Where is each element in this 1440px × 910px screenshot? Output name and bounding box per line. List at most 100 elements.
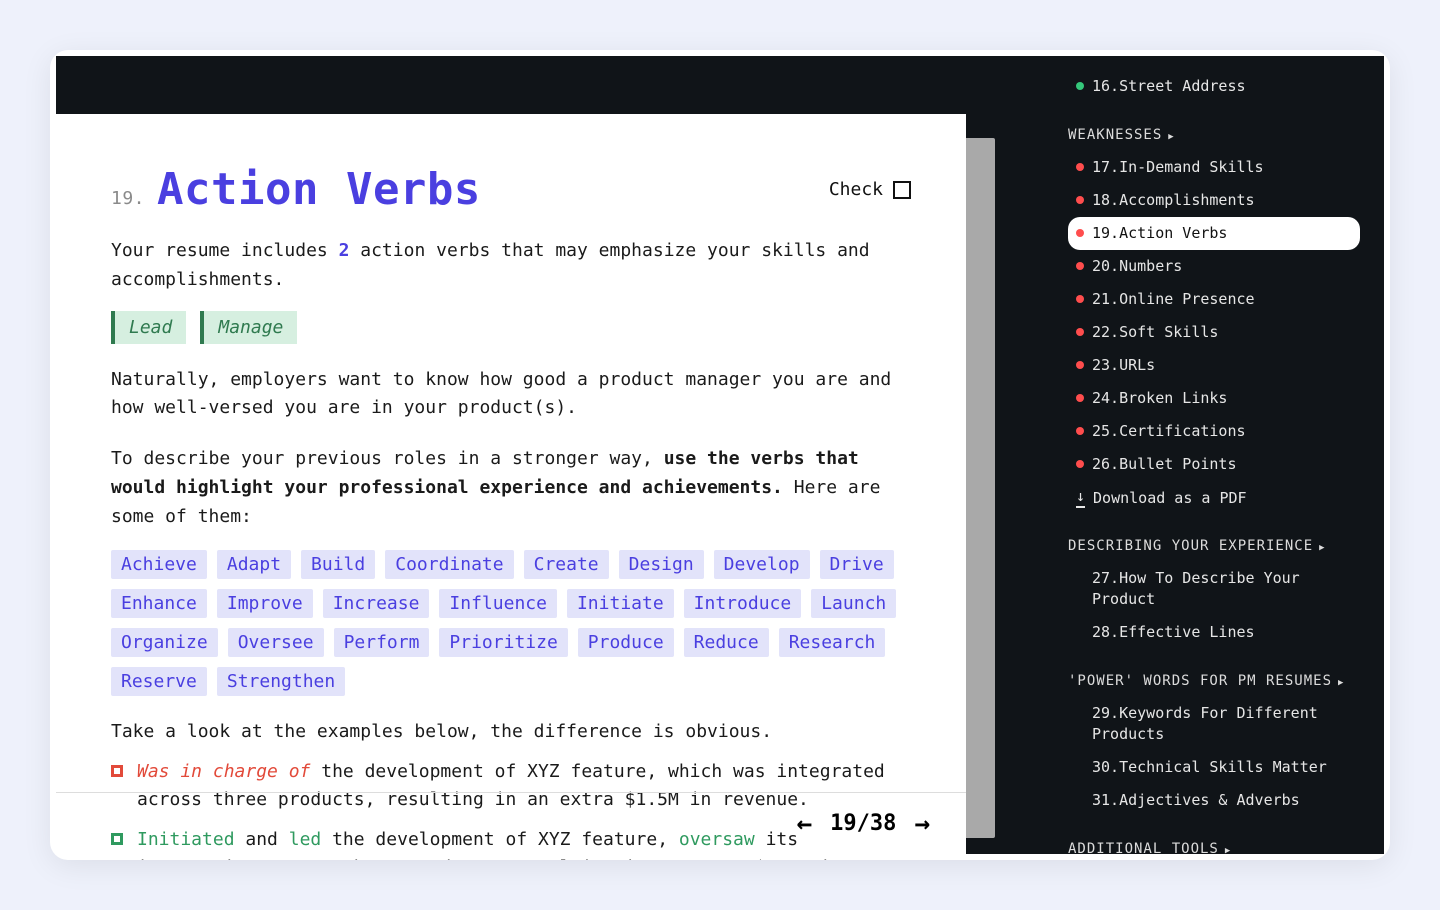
verb-chip: Oversee bbox=[228, 628, 324, 657]
content-page: 19. Action Verbs Check Your resume inclu… bbox=[56, 114, 966, 854]
sidebar-item-label: 27.How To Describe Your Product bbox=[1092, 568, 1352, 610]
prev-arrow-icon[interactable]: ← bbox=[796, 809, 812, 839]
sidebar-item-label: 26.Bullet Points bbox=[1092, 454, 1237, 475]
check-label: Check bbox=[829, 179, 883, 200]
chevron-right-icon bbox=[1338, 673, 1344, 689]
verb-chip: Adapt bbox=[217, 550, 291, 579]
verb-chip: Build bbox=[301, 550, 375, 579]
sidebar-item[interactable]: 28.Effective Lines bbox=[1068, 616, 1360, 649]
verb-chip: Reduce bbox=[684, 628, 769, 657]
verb-chip: Introduce bbox=[684, 589, 802, 618]
verb-chip: Strengthen bbox=[217, 667, 345, 696]
sidebar-item-label: 18.Accomplishments bbox=[1092, 190, 1255, 211]
status-dot-icon bbox=[1076, 196, 1084, 204]
sidebar-item-label: 22.Soft Skills bbox=[1092, 322, 1218, 343]
section-label: ADDITIONAL TOOLS bbox=[1068, 841, 1219, 854]
intro-text: Your resume includes 2 action verbs that… bbox=[111, 237, 911, 295]
bad-marker-icon bbox=[111, 765, 123, 777]
sidebar-item[interactable]: 31.Adjectives & Adverbs bbox=[1068, 784, 1360, 817]
bad-lead-phrase: Was in charge of bbox=[137, 761, 310, 782]
top-bar bbox=[56, 56, 1054, 114]
sidebar-item-label: 24.Broken Links bbox=[1092, 388, 1227, 409]
download-label: Download as a PDF bbox=[1093, 489, 1247, 507]
verb-chip: Achieve bbox=[111, 550, 207, 579]
checkbox-icon bbox=[893, 181, 911, 199]
found-verb-chip: Manage bbox=[200, 311, 297, 344]
status-dot-icon bbox=[1076, 229, 1084, 237]
sidebar-section-tools[interactable]: ADDITIONAL TOOLS bbox=[1068, 841, 1360, 854]
download-pdf-link[interactable]: ↓ Download as a PDF bbox=[1068, 481, 1360, 514]
chevron-right-icon bbox=[1225, 841, 1231, 854]
section-label: DESCRIBING YOUR EXPERIENCE bbox=[1068, 538, 1313, 554]
sidebar-list-describing: 27.How To Describe Your Product 28.Effect… bbox=[1068, 562, 1360, 649]
verb-chip: Improve bbox=[217, 589, 313, 618]
sidebar-item[interactable]: 21.Online Presence bbox=[1068, 283, 1360, 316]
sidebar-item[interactable]: 25.Certifications bbox=[1068, 415, 1360, 448]
paragraph-1: Naturally, employers want to know how go… bbox=[111, 366, 911, 424]
main-column: 19. Action Verbs Check Your resume inclu… bbox=[56, 56, 1054, 854]
sidebar-item[interactable]: 26.Bullet Points bbox=[1068, 448, 1360, 481]
sidebar-item[interactable]: 29.Keywords For Different Products bbox=[1068, 697, 1360, 751]
status-dot-icon bbox=[1076, 394, 1084, 402]
page-number: 19. bbox=[111, 188, 145, 209]
sidebar-item[interactable]: 23.URLs bbox=[1068, 349, 1360, 382]
sidebar-list-weaknesses: 17.In-Demand Skills 18.Accomplishments 19.… bbox=[1068, 151, 1360, 481]
verb-chip: Coordinate bbox=[385, 550, 513, 579]
sidebar-item[interactable]: 17.In-Demand Skills bbox=[1068, 151, 1360, 184]
chevron-right-icon bbox=[1168, 127, 1174, 143]
verb-chip: Organize bbox=[111, 628, 218, 657]
sidebar-item[interactable]: 22.Soft Skills bbox=[1068, 316, 1360, 349]
sidebar-item-label: 31.Adjectives & Adverbs bbox=[1092, 790, 1300, 811]
sidebar-item[interactable]: 30.Technical Skills Matter bbox=[1068, 751, 1360, 784]
check-toggle[interactable]: Check bbox=[829, 179, 911, 200]
sidebar-item-label: 29.Keywords For Different Products bbox=[1092, 703, 1352, 745]
examples-intro: Take a look at the examples below, the d… bbox=[111, 718, 911, 747]
found-verbs: Lead Manage bbox=[111, 311, 911, 344]
verb-chip: Launch bbox=[811, 589, 896, 618]
sidebar-item-label: 30.Technical Skills Matter bbox=[1092, 757, 1327, 778]
status-dot-icon bbox=[1076, 262, 1084, 270]
sidebar-section-power[interactable]: 'POWER' WORDS FOR PM RESUMES bbox=[1068, 673, 1360, 689]
verb-chip: Drive bbox=[820, 550, 894, 579]
sidebar-item[interactable]: 20.Numbers bbox=[1068, 250, 1360, 283]
verb-chip: Research bbox=[779, 628, 886, 657]
verb-chip: Develop bbox=[714, 550, 810, 579]
sidebar-item-label: 17.In-Demand Skills bbox=[1092, 157, 1264, 178]
verb-chip: Prioritize bbox=[439, 628, 567, 657]
status-dot-icon bbox=[1076, 460, 1084, 468]
sidebar-item[interactable]: 18.Accomplishments bbox=[1068, 184, 1360, 217]
download-icon: ↓ bbox=[1076, 487, 1085, 508]
para2-pre: To describe your previous roles in a str… bbox=[111, 448, 664, 469]
status-dot-icon bbox=[1076, 361, 1084, 369]
verb-chip: Reserve bbox=[111, 667, 207, 696]
pager: ← 19/38 → bbox=[56, 792, 966, 854]
sidebar-item[interactable]: 19.Action Verbs bbox=[1068, 217, 1360, 250]
found-verb-chip: Lead bbox=[111, 311, 186, 344]
sidebar-item-label: 16.Street Address bbox=[1092, 76, 1246, 97]
app-frame: 19. Action Verbs Check Your resume inclu… bbox=[56, 56, 1384, 854]
sidebar-list-power: 29.Keywords For Different Products 30.Tec… bbox=[1068, 697, 1360, 817]
section-label: WEAKNESSES bbox=[1068, 127, 1162, 143]
verb-chip: Produce bbox=[578, 628, 674, 657]
sidebar-section-describing[interactable]: DESCRIBING YOUR EXPERIENCE bbox=[1068, 538, 1360, 554]
verb-chip: Initiate bbox=[567, 589, 674, 618]
sidebar-section-weaknesses[interactable]: WEAKNESSES bbox=[1068, 127, 1360, 143]
sidebar-item-street-address[interactable]: 16.Street Address bbox=[1068, 70, 1360, 103]
status-dot-icon bbox=[1076, 295, 1084, 303]
sidebar: 16.Street Address WEAKNESSES 17.In-Deman… bbox=[1054, 56, 1384, 854]
status-dot-icon bbox=[1076, 163, 1084, 171]
app-card: 19. Action Verbs Check Your resume inclu… bbox=[50, 50, 1390, 860]
sidebar-item-label: 19.Action Verbs bbox=[1092, 223, 1227, 244]
chevron-right-icon bbox=[1319, 538, 1325, 554]
sidebar-item-label: 25.Certifications bbox=[1092, 421, 1246, 442]
sidebar-item-label: 21.Online Presence bbox=[1092, 289, 1255, 310]
verb-chip: Influence bbox=[439, 589, 557, 618]
verb-chip: Enhance bbox=[111, 589, 207, 618]
sidebar-item[interactable]: 27.How To Describe Your Product bbox=[1068, 562, 1360, 616]
intro-pre: Your resume includes bbox=[111, 240, 339, 261]
paragraph-2: To describe your previous roles in a str… bbox=[111, 445, 911, 531]
intro-count: 2 bbox=[339, 240, 350, 261]
sidebar-item[interactable]: 24.Broken Links bbox=[1068, 382, 1360, 415]
next-arrow-icon[interactable]: → bbox=[914, 809, 930, 839]
section-label: 'POWER' WORDS FOR PM RESUMES bbox=[1068, 673, 1332, 689]
